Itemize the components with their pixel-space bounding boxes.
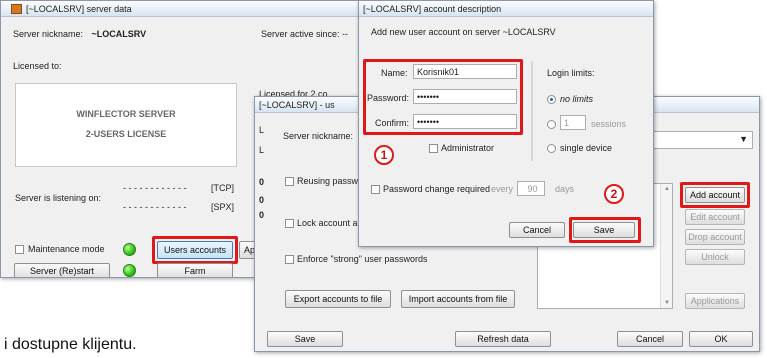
side-label-l2: L [259, 145, 265, 155]
users-dropdown[interactable]: ▼ [649, 131, 753, 149]
server-status-led [123, 264, 136, 277]
account-divider [531, 61, 533, 161]
enforce-strong-label: Enforce "strong" user passwords [297, 254, 428, 264]
maintenance-checkbox[interactable] [15, 245, 24, 254]
no-limits-radio[interactable] [547, 95, 556, 104]
unlock-button[interactable]: Unlock [685, 249, 745, 265]
users-save-button[interactable]: Save [267, 331, 343, 347]
password-change-label: Password change required [383, 184, 491, 194]
confirm-input[interactable]: ••••••• [413, 114, 517, 129]
sessions-radio[interactable] [547, 120, 556, 129]
refresh-data-button[interactable]: Refresh data [455, 331, 551, 347]
users-window-title: [~LOCALSRV] - us [259, 99, 335, 110]
reusing-password-label: Reusing passwo [297, 176, 364, 186]
license-line2: 2-USERS LICENSE [85, 129, 167, 139]
users-ok-button[interactable]: OK [689, 331, 753, 347]
sessions-spinner[interactable]: 1 [560, 115, 586, 130]
server-nickname-label: Server nickname: ~LOCALSRV [13, 29, 147, 39]
licensed-to-label: Licensed to: [13, 61, 62, 71]
scroll-up-icon[interactable]: ▲ [664, 186, 670, 192]
edit-account-button[interactable]: Edit account [685, 209, 745, 225]
license-box [15, 83, 237, 167]
farm-button[interactable]: Farm [157, 263, 233, 277]
side-label-0c: 0 [259, 210, 265, 220]
scroll-down-icon[interactable]: ▼ [664, 300, 670, 306]
users-accounts-button[interactable]: Users accounts [157, 241, 233, 259]
spx-dashes: - - - - - - - - - - - - [123, 202, 187, 212]
account-cancel-button[interactable]: Cancel [509, 222, 565, 238]
lock-account-label: Lock account a [297, 218, 358, 228]
import-accounts-button[interactable]: Import accounts from file [401, 290, 515, 308]
drop-account-button[interactable]: Drop account [685, 229, 745, 245]
license-line1: WINFLECTOR SERVER [76, 109, 176, 119]
step-1-badge: 1 [374, 145, 394, 165]
administrator-checkbox[interactable] [429, 144, 438, 153]
server-restart-button[interactable]: Server (Re)start [14, 263, 110, 277]
side-label-0a: 0 [259, 177, 265, 187]
spx-label: [SPX] [211, 202, 235, 212]
single-device-label: single device [560, 143, 613, 153]
listening-label: Server is listening on: [15, 193, 102, 203]
lock-account-checkbox[interactable] [285, 219, 294, 228]
confirm-label: Confirm: [375, 118, 410, 128]
account-dialog-title: [~LOCALSRV] account description [363, 3, 502, 14]
password-label: Password: [367, 93, 410, 103]
enforce-strong-checkbox[interactable] [285, 255, 294, 264]
side-label-l1: L [259, 125, 265, 135]
add-account-button[interactable]: Add account [685, 187, 745, 203]
no-limits-label: no limits [560, 94, 594, 104]
account-dialog-titlebar: [~LOCALSRV] account description [359, 1, 653, 17]
app-icon [11, 3, 22, 14]
account-dialog-subtitle: Add new user account on server ~LOCALSRV [371, 27, 556, 37]
page-caption: i dostupne klijentu. [4, 336, 137, 353]
server-window-titlebar: [~LOCALSRV] server data [1, 1, 371, 17]
tcp-dashes: - - - - - - - - - - - - [123, 183, 187, 193]
every-label: every [491, 184, 514, 194]
reusing-password-checkbox[interactable] [285, 177, 294, 186]
password-input[interactable]: ••••••• [413, 89, 517, 104]
account-description-dialog: [~LOCALSRV] account description Add new … [358, 0, 654, 247]
days-input[interactable]: 90 [517, 181, 545, 196]
maintenance-label: Maintenance mode [28, 244, 105, 254]
users-nickname-label: Server nickname: [283, 131, 354, 141]
side-label-0b: 0 [259, 195, 265, 205]
name-label: Name: [381, 68, 408, 78]
password-change-checkbox[interactable] [371, 185, 380, 194]
single-device-radio[interactable] [547, 144, 556, 153]
server-nickname-value: ~LOCALSRV [91, 29, 147, 39]
administrator-label: Administrator [441, 143, 495, 153]
step-2-badge: 2 [604, 184, 624, 204]
server-active-since: Server active since: -- [261, 29, 349, 39]
tcp-label: [TCP] [211, 183, 235, 193]
export-accounts-button[interactable]: Export accounts to file [285, 290, 391, 308]
list-scrollbar[interactable]: ▲ ▼ [660, 184, 672, 308]
account-save-button[interactable]: Save [573, 222, 635, 238]
name-input[interactable]: Korisnik01 [413, 64, 517, 79]
sessions-label: sessions [591, 119, 627, 129]
chevron-down-icon: ▼ [739, 134, 748, 144]
users-cancel-button[interactable]: Cancel [617, 331, 683, 347]
maintenance-status-led [123, 243, 136, 256]
applications-button[interactable]: Applications [685, 293, 745, 309]
login-limits-label: Login limits: [547, 68, 595, 78]
server-window-title: [~LOCALSRV] server data [26, 3, 132, 14]
days-label: days [555, 184, 575, 194]
